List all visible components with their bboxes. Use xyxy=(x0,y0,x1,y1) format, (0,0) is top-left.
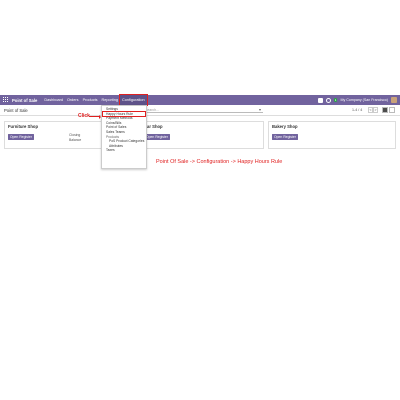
dropdown-item-taxes[interactable]: Taxes xyxy=(102,148,146,153)
open-register-button[interactable]: Open Register xyxy=(144,134,170,140)
control-panel: Point of Sale Search... ▾ 1-4 / 4 < > xyxy=(0,105,400,116)
main-menu: Dashboard Orders Products Reporting Conf… xyxy=(42,94,148,106)
navigation-path-annotation: Point Of Sale -> Configuration -> Happy … xyxy=(156,159,283,165)
balance-label: Balance xyxy=(69,138,82,142)
apps-menu-icon[interactable] xyxy=(3,97,9,103)
user-avatar[interactable] xyxy=(391,97,397,103)
pager-value[interactable]: 1-4 / 4 xyxy=(352,108,362,112)
top-navbar: Point of Sale Dashboard Orders Products … xyxy=(0,94,400,106)
open-register-button[interactable]: Open Register xyxy=(8,134,34,140)
activity-icon[interactable] xyxy=(325,97,331,103)
activity-count-badge: 1 xyxy=(333,98,338,102)
search-options-chevron-icon[interactable]: ▾ xyxy=(259,107,261,112)
open-register-button[interactable]: Open Register xyxy=(272,134,298,140)
configuration-dropdown: Settings Happy Hours Rule Payment Method… xyxy=(101,105,147,169)
app-title[interactable]: Point of Sale xyxy=(12,98,37,103)
company-switcher[interactable]: My Company (San Francisco) xyxy=(340,98,388,102)
chat-icon[interactable] xyxy=(317,97,323,103)
page: Point of Sale Dashboard Orders Products … xyxy=(0,0,400,400)
card-title[interactable]: Bakery Shop xyxy=(272,124,298,129)
list-view-icon[interactable] xyxy=(389,107,395,113)
pos-card-bakery: Bakery Shop Open Register xyxy=(268,121,396,149)
kanban-view-icon[interactable] xyxy=(382,107,388,113)
menu-reporting[interactable]: Reporting xyxy=(100,95,120,105)
menu-dashboard[interactable]: Dashboard xyxy=(42,95,65,105)
pager-next-button[interactable]: > xyxy=(373,107,378,113)
menu-configuration[interactable]: Configuration xyxy=(119,94,148,106)
click-arrow-icon xyxy=(89,114,101,119)
breadcrumb: Point of Sale xyxy=(4,108,28,113)
card-title[interactable]: Furniture Shop xyxy=(8,124,38,129)
menu-products[interactable]: Products xyxy=(81,95,100,105)
closing-label: Closing xyxy=(69,133,81,137)
menu-orders[interactable]: Orders xyxy=(65,95,81,105)
navbar-systray: 1 My Company (San Francisco) xyxy=(317,97,400,103)
search-input[interactable]: Search... xyxy=(143,107,263,113)
pos-card-bar: Bar Shop Open Register xyxy=(140,121,264,149)
